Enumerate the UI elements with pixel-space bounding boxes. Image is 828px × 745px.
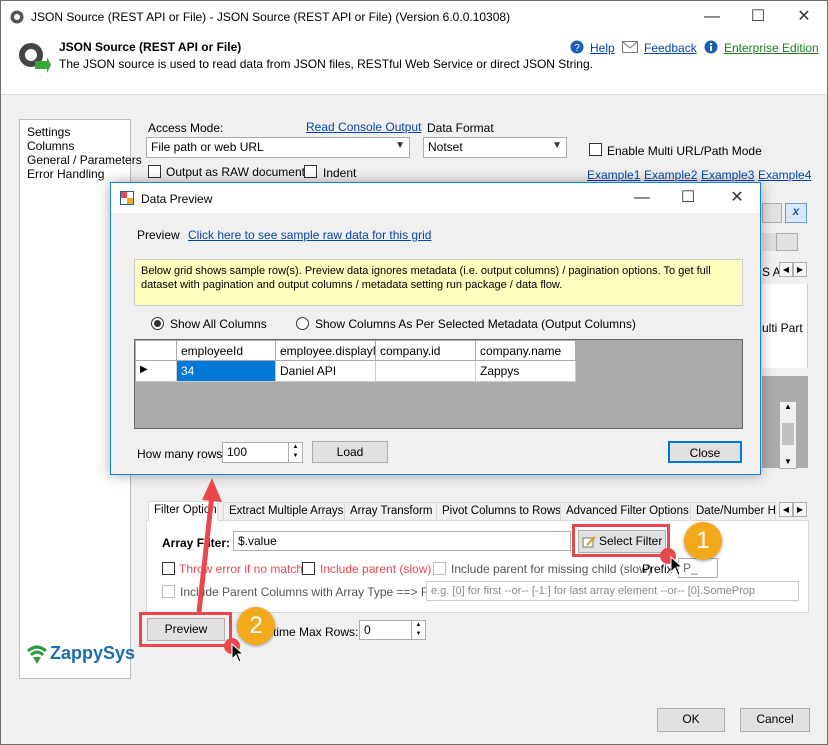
preview-highlight bbox=[139, 612, 232, 647]
annotation-arrow bbox=[196, 478, 222, 613]
step-badge-2: 2 bbox=[237, 607, 275, 645]
mouse-cursor-icon bbox=[670, 556, 684, 576]
mouse-cursor-icon bbox=[231, 643, 245, 663]
step-badge-1: 1 bbox=[684, 522, 722, 560]
select-filter-highlight bbox=[572, 524, 670, 557]
